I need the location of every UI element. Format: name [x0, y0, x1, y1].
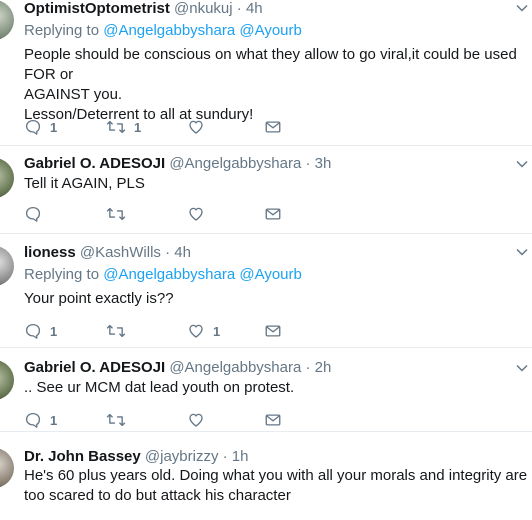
timestamp[interactable]: · 1h — [223, 448, 249, 465]
like-button[interactable] — [187, 410, 213, 430]
reply-icon — [25, 119, 41, 135]
reply-button[interactable]: 1 — [24, 321, 57, 341]
tweet-text: Tell it AGAIN, PLS — [24, 174, 528, 194]
envelope-icon — [265, 414, 281, 426]
username[interactable]: @Angelgabbyshara — [169, 155, 301, 172]
replying-to-label: Replying to — [24, 266, 100, 283]
tweet-actions: 1 1 — [24, 117, 294, 137]
retweet-button[interactable] — [106, 321, 134, 341]
tweet[interactable]: OptimistOptometrist @nkukuj · 4h Replyin… — [0, 0, 532, 146]
heart-icon — [189, 207, 203, 221]
tweet-actions — [24, 204, 294, 224]
tweet-header: Dr. John Bassey @jaybrizzy · 1h — [24, 448, 249, 466]
display-name[interactable]: lioness — [24, 244, 76, 261]
tweet-text-line: .. See ur MCM dat lead youth on protest. — [24, 379, 295, 396]
mention-link[interactable]: @Angelgabbyshara — [103, 266, 235, 283]
tweet-text: He's 60 plus years old. Doing what you w… — [24, 466, 528, 506]
tweet[interactable]: Gabriel O. ADESOJI @Angelgabbyshara · 2h… — [0, 348, 532, 432]
heart-icon — [189, 413, 203, 427]
retweet-button[interactable] — [106, 204, 134, 224]
display-name[interactable]: OptimistOptometrist — [24, 0, 170, 17]
envelope-icon — [265, 325, 281, 337]
mention-link[interactable]: @Angelgabbyshara — [103, 22, 235, 39]
tweet-header: Gabriel O. ADESOJI @Angelgabbyshara · 3h — [24, 155, 331, 173]
username[interactable]: @Angelgabbyshara — [169, 359, 301, 376]
reply-count: 1 — [50, 323, 58, 339]
avatar[interactable] — [0, 0, 14, 40]
avatar[interactable] — [0, 246, 14, 286]
direct-message-button[interactable] — [264, 117, 282, 137]
reply-icon — [25, 323, 41, 339]
timestamp[interactable]: · 2h — [305, 359, 331, 376]
like-count: 1 — [213, 323, 221, 339]
direct-message-button[interactable] — [264, 321, 282, 341]
reply-icon — [25, 412, 41, 428]
replying-to-label: Replying to — [24, 22, 100, 39]
chevron-down-icon[interactable] — [516, 2, 528, 14]
tweet-actions: 1 1 — [24, 321, 294, 341]
reply-count: 1 — [50, 412, 58, 428]
mention-link[interactable]: @Ayourb — [239, 22, 301, 39]
avatar[interactable] — [0, 158, 14, 198]
tweet-text-line: Tell it AGAIN, PLS — [24, 175, 145, 192]
tweet-text-line: too scared to do but attack his characte… — [24, 487, 291, 504]
chevron-down-icon[interactable] — [516, 158, 528, 170]
username[interactable]: @KashWills — [80, 244, 161, 261]
reply-button[interactable] — [24, 204, 50, 224]
reply-button[interactable]: 1 — [24, 410, 57, 430]
retweet-icon — [106, 413, 126, 427]
direct-message-button[interactable] — [264, 204, 282, 224]
reply-count: 1 — [50, 119, 58, 135]
tweet[interactable]: Dr. John Bassey @jaybrizzy · 1h He's 60 … — [0, 432, 532, 520]
retweet-icon — [106, 207, 126, 221]
tweet-text-line: He's 60 plus years old. Doing what you w… — [24, 467, 528, 484]
reply-icon — [25, 206, 41, 222]
tweet-text: People should be conscious on what they … — [24, 45, 528, 125]
tweet-text-line: AGAINST you. — [24, 86, 123, 103]
retweet-button[interactable]: 1 — [106, 117, 141, 137]
heart-icon — [189, 120, 203, 134]
direct-message-button[interactable] — [264, 410, 282, 430]
envelope-icon — [265, 208, 281, 220]
display-name[interactable]: Gabriel O. ADESOJI — [24, 359, 165, 376]
like-button[interactable] — [187, 204, 213, 224]
username[interactable]: @jaybrizzy — [145, 448, 219, 465]
retweet-count: 1 — [134, 119, 142, 135]
tweet-text: .. See ur MCM dat lead youth on protest. — [24, 378, 528, 398]
tweet-header: Gabriel O. ADESOJI @Angelgabbyshara · 2h — [24, 359, 331, 377]
tweet-text: Your point exactly is?? — [24, 289, 528, 309]
username[interactable]: @nkukuj — [174, 0, 233, 17]
tweet-header: lioness @KashWills · 4h — [24, 244, 191, 262]
replying-to: Replying to @Angelgabbyshara @Ayourb — [24, 22, 302, 40]
avatar[interactable] — [0, 360, 14, 400]
replying-to: Replying to @Angelgabbyshara @Ayourb — [24, 266, 302, 284]
retweet-button[interactable] — [106, 410, 134, 430]
display-name[interactable]: Gabriel O. ADESOJI — [24, 155, 165, 172]
like-button[interactable] — [187, 117, 213, 137]
tweet-text-line: Your point exactly is?? — [24, 290, 174, 307]
reply-button[interactable]: 1 — [24, 117, 57, 137]
tweet[interactable]: Gabriel O. ADESOJI @Angelgabbyshara · 3h… — [0, 146, 532, 234]
tweet[interactable]: lioness @KashWills · 4h Replying to @Ang… — [0, 234, 532, 348]
avatar[interactable] — [0, 448, 14, 488]
tweet-text-line: People should be conscious on what they … — [24, 46, 517, 83]
tweet-actions: 1 — [24, 410, 294, 430]
timestamp[interactable]: · 3h — [305, 155, 331, 172]
chevron-down-icon[interactable] — [516, 246, 528, 258]
timestamp[interactable]: · 4h — [237, 0, 263, 17]
reply-thread: OptimistOptometrist @nkukuj · 4h Replyin… — [0, 0, 532, 520]
timestamp[interactable]: · 4h — [165, 244, 191, 261]
mention-link[interactable]: @Ayourb — [239, 266, 301, 283]
chevron-down-icon[interactable] — [516, 362, 528, 374]
envelope-icon — [265, 121, 281, 133]
display-name[interactable]: Dr. John Bassey — [24, 448, 141, 465]
heart-icon — [189, 324, 203, 338]
tweet-header: OptimistOptometrist @nkukuj · 4h — [24, 0, 263, 18]
retweet-icon — [106, 324, 126, 338]
retweet-icon — [106, 120, 126, 134]
like-button[interactable]: 1 — [187, 321, 220, 341]
